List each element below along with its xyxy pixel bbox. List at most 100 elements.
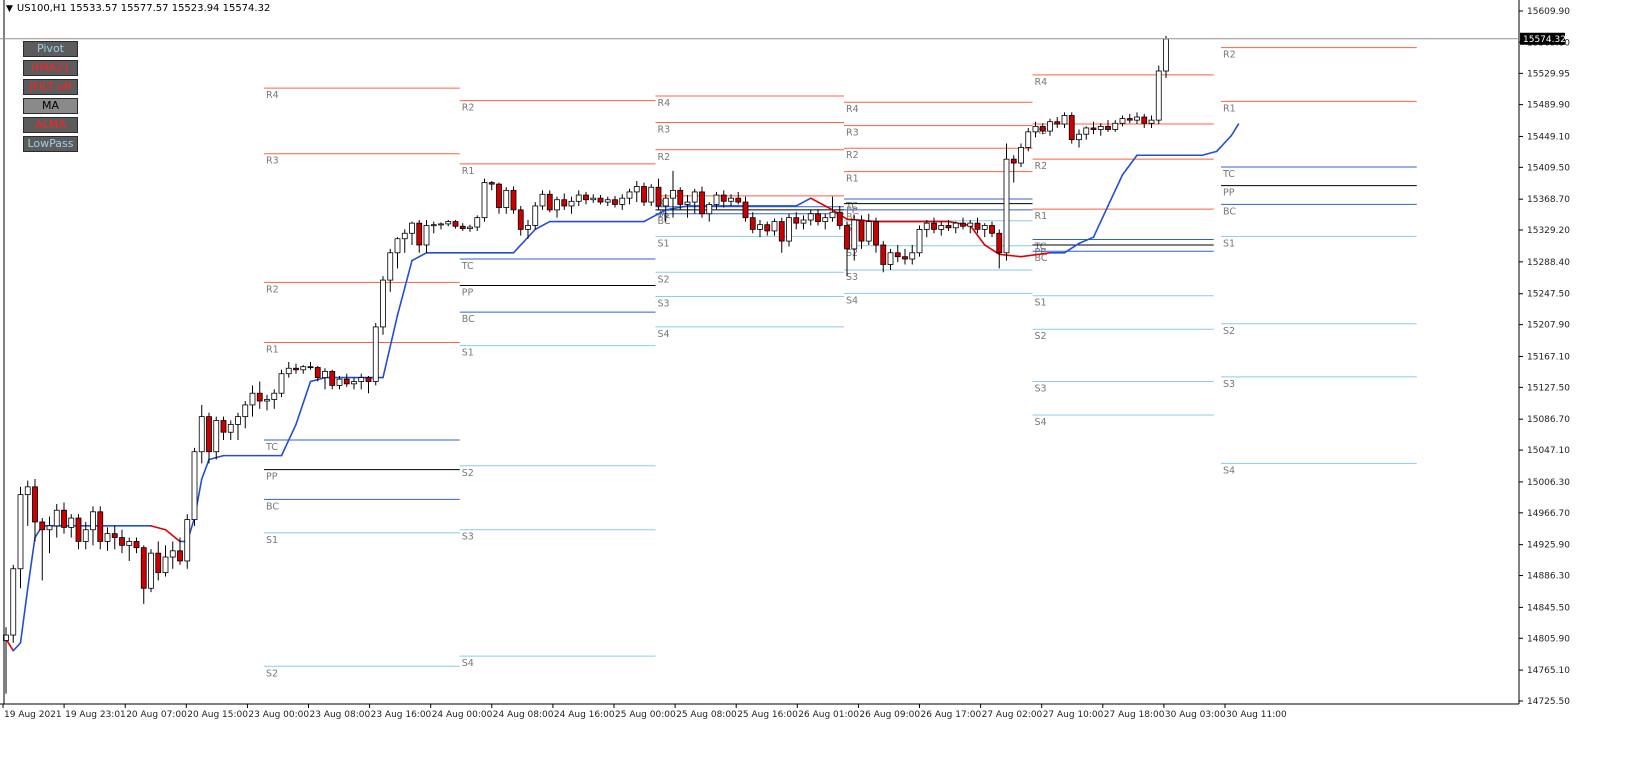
candle <box>967 220 974 234</box>
candle <box>1163 35 1169 79</box>
candle-body <box>1112 122 1119 130</box>
candle <box>1134 112 1140 125</box>
candle <box>648 184 655 206</box>
ma-line-segment <box>1230 123 1240 137</box>
candle <box>1155 65 1162 125</box>
pivot-label-s2: S2 <box>1223 326 1235 337</box>
candle-body <box>1083 127 1090 135</box>
candle <box>1003 143 1010 261</box>
pivot-label-tc: TC <box>1222 169 1235 180</box>
indicator-button-ma[interactable]: MA <box>23 98 78 114</box>
candle <box>416 220 423 253</box>
candle-body <box>409 222 415 234</box>
candle-body <box>648 186 655 203</box>
price-tick-label: 14966.70 <box>1527 509 1570 519</box>
indicator-button-hma21[interactable]: HMA21 <box>23 60 78 76</box>
candle <box>778 217 785 253</box>
candle-body <box>728 197 734 202</box>
candle <box>372 322 379 386</box>
candle-body <box>1105 125 1111 130</box>
candle-body <box>699 191 705 215</box>
candle-body <box>786 217 792 242</box>
candle-body <box>220 420 227 433</box>
chart-window[interactable]: R4 R3 R2 R1 TC PP BC S1 S2 R2 R1 TC PP BC S1 S2 S3 S4 R4 R3… <box>0 0 1649 761</box>
indicator-button-alma[interactable]: ALMA <box>23 117 78 133</box>
candle-body <box>735 197 742 203</box>
candle-body <box>1003 158 1010 254</box>
pivot-label-r3: R3 <box>846 128 859 139</box>
ma-line-segment <box>164 528 181 543</box>
candle <box>749 212 756 234</box>
candle <box>235 412 241 441</box>
candle <box>32 479 38 542</box>
candle <box>1112 120 1119 132</box>
candle-body <box>75 517 82 542</box>
time-tick-label: 23 Aug 00:00 <box>248 710 309 720</box>
candle <box>873 217 879 253</box>
candle <box>68 514 75 538</box>
indicator-button-jfilt-off[interactable]: JFILT off <box>23 79 78 95</box>
candle <box>996 229 1003 269</box>
dropdown-triangle-icon[interactable]: ▼ <box>6 4 13 14</box>
candle-body <box>126 541 133 546</box>
candle-body <box>53 509 60 527</box>
candle-body <box>155 552 162 574</box>
indicator-button-pivot[interactable]: Pivot <box>23 41 78 57</box>
indicator-button-lowpass[interactable]: LowPass <box>23 136 78 152</box>
candle <box>561 193 568 210</box>
candle <box>351 377 357 390</box>
candle <box>271 389 278 409</box>
candles-layer <box>3 35 1169 694</box>
ma-line-segment <box>1121 154 1138 176</box>
ma-line-segment <box>26 536 36 590</box>
pivot-label-s1: S1 <box>658 238 670 249</box>
price-tick-label: 15086.70 <box>1527 415 1570 425</box>
candle <box>764 221 771 236</box>
time-tick-label: 24 Aug 00:00 <box>432 710 493 720</box>
pivot-label-r1: R1 <box>846 174 859 185</box>
candle <box>140 545 147 604</box>
price-tick-label: 15449.10 <box>1527 132 1570 142</box>
candle-body <box>242 404 249 418</box>
candle-body <box>597 197 604 203</box>
candle-body <box>119 537 125 546</box>
pivot-label-r1: R1 <box>462 166 475 177</box>
price-tick-label: 15167.10 <box>1527 352 1570 362</box>
candle <box>604 196 611 206</box>
candle-body <box>858 219 865 242</box>
candle-body <box>293 367 299 371</box>
candle <box>227 420 234 441</box>
pivot-label-r3: R3 <box>658 124 671 135</box>
candle-body <box>387 252 394 281</box>
price-tick-label: 15409.50 <box>1527 163 1570 173</box>
candle <box>742 196 749 222</box>
candle <box>938 221 945 236</box>
candle <box>97 506 104 550</box>
candle-body <box>365 377 372 382</box>
candle <box>90 506 96 546</box>
candle-body <box>916 228 923 254</box>
candle <box>880 241 887 273</box>
candle-body <box>452 221 459 227</box>
candle-body <box>894 252 901 258</box>
candle <box>952 221 959 234</box>
candle-body <box>1054 121 1061 125</box>
candle <box>17 486 24 589</box>
pivot-label-s4: S4 <box>1035 417 1047 428</box>
candle-body <box>90 511 96 531</box>
candle-body <box>1010 158 1017 164</box>
candle-body <box>742 201 749 219</box>
candle <box>481 178 488 222</box>
candle-body <box>459 225 466 229</box>
candle-body <box>677 189 684 205</box>
current-price-tag: 15574.32 <box>1520 32 1566 45</box>
price-chart[interactable]: R4 R3 R2 R1 TC PP BC S1 S2 R2 R1 TC PP BC S1 S2 S3 S4 R4 R3… <box>0 0 1649 761</box>
pivot-label-s2: S2 <box>462 468 474 479</box>
candle <box>445 220 452 227</box>
candle <box>206 412 212 464</box>
candle <box>655 178 662 210</box>
candle <box>989 221 995 238</box>
candle <box>343 373 350 387</box>
ma-line-segment <box>1201 150 1218 157</box>
candle-body <box>198 416 205 453</box>
